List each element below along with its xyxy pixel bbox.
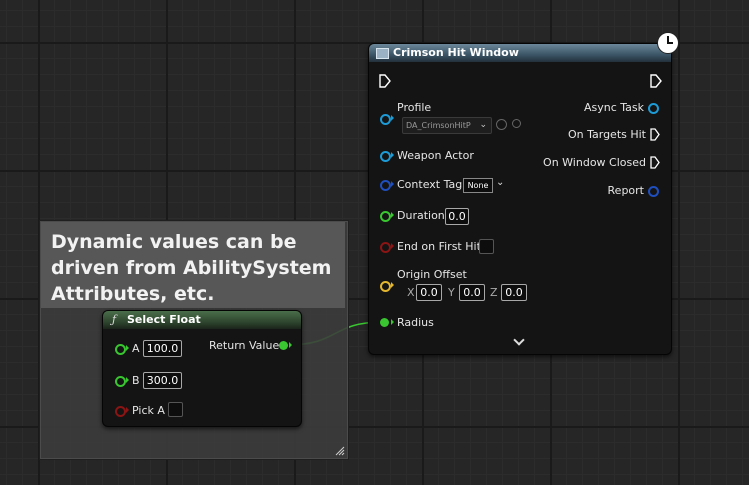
- exec-out-pin[interactable]: [650, 74, 662, 88]
- comment-text: Dynamic values can be driven from Abilit…: [51, 231, 332, 305]
- weapon-actor-label: Weapon Actor: [397, 149, 474, 162]
- use-selected-icon[interactable]: [496, 119, 507, 130]
- on-window-closed-exec-pin[interactable]: [650, 156, 660, 169]
- end-on-first-hit-checkbox[interactable]: [479, 239, 494, 254]
- select-float-title: Select Float: [127, 313, 201, 326]
- radius-label: Radius: [397, 316, 434, 329]
- pin-arrow-icon: [391, 212, 394, 218]
- crimson-hit-window-node[interactable]: Crimson Hit Window Profile DA_CrimsonHit…: [368, 32, 679, 355]
- on-targets-hit-label: On Targets Hit: [567, 128, 646, 141]
- pin-arrow-icon: [126, 345, 129, 351]
- profile-input-pin[interactable]: [380, 114, 391, 125]
- origin-z-field[interactable]: 0.0: [501, 284, 527, 301]
- origin-x-field[interactable]: 0.0: [416, 284, 442, 301]
- end-on-first-hit-input-pin[interactable]: [380, 242, 391, 253]
- return-value-pin[interactable]: [279, 341, 288, 350]
- report-label: Report: [607, 184, 644, 197]
- resize-handle-icon[interactable]: [335, 446, 345, 456]
- duration-value-field[interactable]: 0.0: [445, 208, 469, 225]
- a-label: A: [132, 342, 140, 355]
- pin-arrow-icon: [126, 377, 129, 383]
- pin-arrow-icon: [391, 152, 394, 158]
- async-task-label: Async Task: [583, 101, 644, 114]
- expand-chevron-icon[interactable]: [513, 334, 525, 346]
- origin-y-field[interactable]: 0.0: [459, 284, 485, 301]
- b-input-pin[interactable]: [115, 376, 126, 387]
- duration-label: Duration: [397, 209, 445, 222]
- context-tag-label: Context Tag: [397, 178, 463, 191]
- pin-arrow-icon: [126, 407, 129, 413]
- profile-asset-dropdown[interactable]: DA_CrimsonHitP ⌄: [402, 117, 492, 134]
- chevron-down-icon: ⌄: [479, 120, 487, 130]
- search-icon[interactable]: [512, 119, 521, 128]
- pick-a-checkbox[interactable]: [168, 402, 183, 417]
- a-value-field[interactable]: 100.0: [143, 340, 182, 357]
- radius-input-pin[interactable]: [380, 318, 389, 327]
- comment-header[interactable]: Dynamic values can be driven from Abilit…: [41, 222, 345, 308]
- context-tag-dropdown[interactable]: None: [463, 178, 493, 193]
- pin-arrow-icon: [391, 115, 394, 121]
- report-output-pin[interactable]: [648, 186, 659, 197]
- weapon-actor-input-pin[interactable]: [380, 151, 391, 162]
- b-label: B: [132, 374, 140, 387]
- pin-arrow-icon: [391, 319, 394, 325]
- node-icon: [376, 48, 389, 59]
- profile-asset-value: DA_CrimsonHitP: [406, 121, 471, 130]
- origin-offset-label: Origin Offset: [397, 268, 467, 281]
- pin-arrow-icon: [289, 342, 292, 348]
- duration-input-pin[interactable]: [380, 211, 391, 222]
- crimson-header[interactable]: Crimson Hit Window: [369, 44, 671, 62]
- context-tag-input-pin[interactable]: [380, 180, 391, 191]
- on-targets-hit-exec-pin[interactable]: [650, 128, 660, 141]
- return-value-label: Return Value: [209, 339, 280, 352]
- clock-icon: [657, 32, 679, 54]
- b-value-field[interactable]: 300.0: [143, 372, 182, 389]
- select-float-node[interactable]: ƒ Select Float A 100.0 B 300.0 Pick A Re…: [102, 310, 302, 427]
- crimson-title: Crimson Hit Window: [393, 46, 519, 59]
- z-label: Z: [490, 286, 498, 299]
- exec-in-pin[interactable]: [379, 74, 391, 88]
- origin-offset-input-pin[interactable]: [380, 281, 391, 292]
- pick-a-input-pin[interactable]: [115, 406, 126, 417]
- pin-arrow-icon: [391, 181, 394, 187]
- pin-arrow-icon: [391, 243, 394, 249]
- function-icon: ƒ: [112, 313, 117, 326]
- a-input-pin[interactable]: [115, 344, 126, 355]
- on-window-closed-label: On Window Closed: [543, 156, 646, 169]
- y-label: Y: [448, 286, 455, 299]
- pick-a-label: Pick A: [132, 404, 165, 417]
- x-label: X: [407, 286, 415, 299]
- chevron-down-icon[interactable]: ⌄: [496, 177, 504, 188]
- profile-label: Profile: [397, 101, 432, 114]
- end-on-first-hit-label: End on First Hit: [397, 240, 481, 253]
- pin-arrow-icon: [391, 282, 394, 288]
- select-float-header[interactable]: ƒ Select Float: [103, 311, 301, 329]
- async-task-output-pin[interactable]: [648, 103, 659, 114]
